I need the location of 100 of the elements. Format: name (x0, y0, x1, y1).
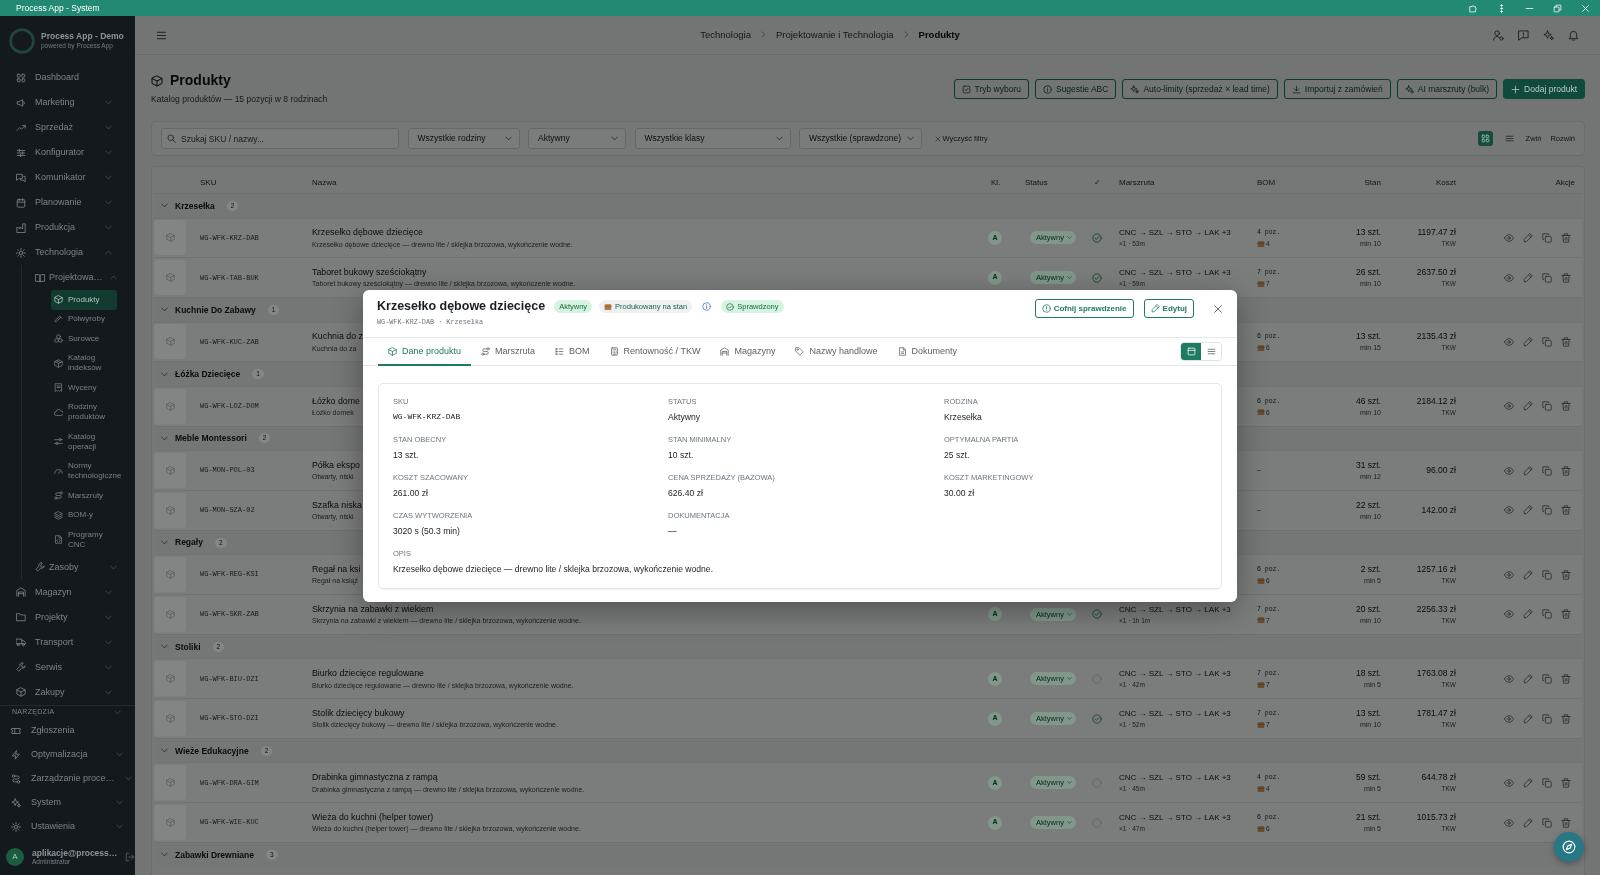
sidebar-item[interactable]: Magazyn (0, 579, 135, 605)
trash-icon[interactable] (1561, 777, 1571, 788)
trash-icon[interactable] (1561, 272, 1571, 283)
trash-icon[interactable] (1561, 337, 1571, 347)
chevron-down-icon[interactable] (161, 539, 168, 547)
tab[interactable]: Marszruta (471, 339, 546, 366)
ai-action-button[interactable]: Auto-limity (sprzedaż × lead time) (1122, 79, 1278, 99)
sidebar-item[interactable]: Programy CNC (51, 525, 117, 555)
eye-icon[interactable] (1504, 272, 1514, 283)
tab[interactable]: Magazyny (710, 339, 786, 366)
add-product-button[interactable]: Dodaj produkt (1503, 79, 1585, 99)
more-icon[interactable] (1497, 3, 1506, 13)
sidebar-item[interactable]: Produkty (51, 290, 117, 310)
pencil-icon[interactable] (1523, 609, 1533, 620)
sidebar-item[interactable]: Transport (0, 629, 135, 655)
pencil-icon[interactable] (1523, 817, 1533, 828)
sidebar-item[interactable]: Planowanie (0, 190, 135, 215)
trash-icon[interactable] (1561, 609, 1571, 620)
copy-icon[interactable] (1542, 569, 1552, 580)
eye-icon[interactable] (1504, 673, 1514, 684)
eye-icon[interactable] (1504, 609, 1514, 620)
sidebar-item[interactable]: Komunikator (0, 165, 135, 190)
pencil-icon[interactable] (1523, 337, 1533, 347)
sidebar-item[interactable]: Zasoby (22, 554, 135, 580)
sidebar-item[interactable]: Produkcja (0, 215, 135, 240)
grid-view-button[interactable] (1477, 131, 1493, 146)
chevron-down-icon[interactable] (161, 851, 168, 859)
breadcrumb-link[interactable]: Technologia (700, 29, 751, 41)
copy-icon[interactable] (1542, 505, 1552, 516)
trash-icon[interactable] (1561, 569, 1571, 580)
filter-dropdown[interactable]: Wszystkie rodziny (407, 128, 520, 149)
sidebar-item[interactable]: Katalog operacji (51, 427, 117, 457)
eye-icon[interactable] (1504, 505, 1514, 516)
sidebar-item[interactable]: Wyceny (51, 378, 117, 398)
undo-verification-button[interactable]: Cofnij sprawdzenie (1034, 299, 1134, 318)
tab[interactable]: Nazwy handlowe (785, 339, 888, 366)
sidebar-item[interactable]: Zakupy (0, 679, 135, 705)
message-icon[interactable] (1518, 29, 1529, 41)
copy-icon[interactable] (1542, 465, 1552, 476)
copy-icon[interactable] (1542, 232, 1552, 243)
logout-icon[interactable] (125, 852, 136, 862)
eye-icon[interactable] (1504, 401, 1514, 412)
sidebar-item[interactable]: System (0, 790, 135, 815)
sidebar-item[interactable]: Półwyroby (51, 309, 117, 329)
filter-dropdown[interactable]: Aktywny (528, 128, 626, 149)
sparkles-icon[interactable] (1543, 29, 1554, 41)
search-field[interactable]: Szukaj SKU / nazwy... (161, 128, 399, 149)
pencil-icon[interactable] (1523, 505, 1533, 516)
eye-icon[interactable] (1504, 337, 1514, 347)
selection-mode-button[interactable]: Tryb wyboru (953, 79, 1029, 99)
copy-icon[interactable] (1542, 817, 1552, 828)
check-circle-icon[interactable] (1092, 272, 1102, 283)
sidebar-item[interactable]: Projektowa… (22, 265, 135, 290)
restore-icon[interactable] (1553, 3, 1562, 13)
pencil-icon[interactable] (1523, 713, 1533, 724)
ai-action-button[interactable]: AI marszruty (bulk) (1396, 79, 1498, 99)
edit-button[interactable]: Edytuj (1143, 299, 1194, 318)
sidebar-item[interactable]: Marszruty (51, 486, 117, 506)
eye-icon[interactable] (1504, 713, 1514, 724)
tab[interactable]: Dokumenty (887, 339, 968, 366)
tab[interactable]: Dane produktu (378, 339, 472, 366)
sidebar-item[interactable]: Dashboard (0, 65, 135, 90)
trash-icon[interactable] (1561, 673, 1571, 684)
sidebar-item[interactable]: Zgłoszenia (0, 718, 135, 743)
copy-icon[interactable] (1542, 673, 1552, 684)
trash-icon[interactable] (1561, 817, 1571, 828)
eye-icon[interactable] (1504, 569, 1514, 580)
abc-suggestions-button[interactable]: Sugestie ABC (1034, 79, 1117, 99)
pencil-icon[interactable] (1523, 272, 1533, 283)
sidebar-item[interactable]: Technologia (0, 240, 135, 265)
pencil-icon[interactable] (1523, 401, 1533, 412)
copy-icon[interactable] (1542, 337, 1552, 347)
pencil-icon[interactable] (1523, 569, 1533, 580)
chevron-down-icon[interactable] (161, 202, 168, 210)
info-icon[interactable] (702, 302, 712, 311)
extensions-icon[interactable] (1469, 3, 1478, 13)
pencil-icon[interactable] (1523, 777, 1533, 788)
sidebar-item[interactable]: Katalog indeksów (51, 348, 117, 378)
copy-icon[interactable] (1542, 401, 1552, 412)
tab[interactable]: Rentowność / TKW (599, 339, 711, 366)
trash-icon[interactable] (1561, 465, 1571, 476)
sidebar-item[interactable]: Normy technologiczne (51, 456, 125, 486)
pencil-icon[interactable] (1523, 673, 1533, 684)
check-circle-icon[interactable] (1092, 713, 1102, 724)
sidebar-item[interactable]: Konfigurator (0, 140, 135, 165)
menu-icon[interactable] (156, 29, 167, 41)
trash-icon[interactable] (1561, 232, 1571, 243)
sidebar-item[interactable]: BOM-y (51, 505, 117, 525)
breadcrumb-link[interactable]: Projektowanie i Technologia (775, 29, 894, 41)
sidebar-item[interactable]: Rodziny produktów (51, 397, 117, 427)
card-view-button[interactable] (1181, 343, 1201, 360)
chevron-down-icon[interactable] (114, 708, 121, 716)
eye-icon[interactable] (1504, 777, 1514, 788)
sidebar-item[interactable]: Surowce (51, 329, 117, 349)
bell-icon[interactable] (1568, 29, 1579, 41)
sidebar-item[interactable]: Ustawienia (0, 814, 135, 839)
eye-icon[interactable] (1504, 817, 1514, 828)
close-icon[interactable] (1213, 303, 1223, 314)
eye-icon[interactable] (1504, 232, 1514, 243)
chevron-down-icon[interactable] (161, 306, 168, 314)
